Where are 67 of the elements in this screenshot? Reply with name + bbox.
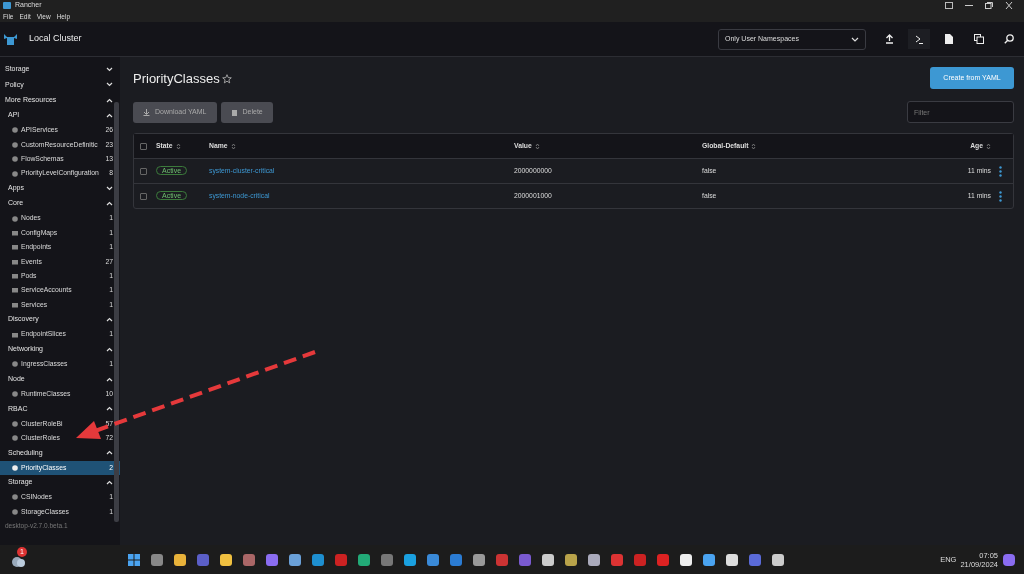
circle-icon <box>12 420 18 427</box>
app-icon[interactable] <box>402 552 417 567</box>
app-icon[interactable] <box>770 552 785 567</box>
app-icon[interactable] <box>678 552 693 567</box>
chevron-up-icon[interactable] <box>106 346 113 352</box>
chevron-down-icon[interactable] <box>106 82 113 88</box>
select-all-checkbox[interactable] <box>140 142 147 150</box>
app-icon[interactable] <box>724 552 739 567</box>
app-icon[interactable] <box>563 552 578 567</box>
download-icon <box>143 108 150 116</box>
app-icon[interactable] <box>471 552 486 567</box>
circle-icon <box>12 141 18 148</box>
sort-icon[interactable] <box>751 142 757 150</box>
file-icon[interactable] <box>945 34 953 44</box>
circle-icon <box>12 170 18 177</box>
circle-icon <box>12 494 18 501</box>
app-icon[interactable] <box>172 552 187 567</box>
circle-icon <box>12 464 18 471</box>
circle-icon <box>12 361 18 368</box>
sort-icon[interactable] <box>986 142 991 150</box>
folder-icon <box>12 331 18 338</box>
more-icon[interactable] <box>999 165 1002 177</box>
sort-icon[interactable] <box>534 142 540 150</box>
chevron-down-icon <box>851 36 859 42</box>
chevron-down-icon[interactable] <box>106 67 113 73</box>
cluster-name: Local Cluster <box>29 32 82 46</box>
restore-icon[interactable] <box>985 2 993 9</box>
windows-logo-icon[interactable] <box>126 552 141 567</box>
chevron-up-icon[interactable] <box>106 450 113 456</box>
upload-icon[interactable] <box>884 34 894 44</box>
chevron-up-icon[interactable] <box>106 97 113 103</box>
row-checkbox[interactable] <box>140 167 147 175</box>
app-icon[interactable] <box>356 552 371 567</box>
circle-icon <box>12 215 18 222</box>
row-checkbox[interactable] <box>140 192 147 200</box>
copy-icon[interactable] <box>974 34 984 44</box>
chevron-up-icon[interactable] <box>106 201 113 207</box>
more-icon[interactable] <box>999 190 1002 202</box>
app-icon[interactable] <box>218 552 233 567</box>
circle-icon <box>12 508 18 515</box>
sort-icon[interactable] <box>175 142 181 150</box>
sort-icon[interactable] <box>230 142 236 150</box>
cluster-logo-icon <box>4 32 17 46</box>
folder-icon <box>12 229 18 236</box>
search-icon[interactable] <box>1004 34 1014 44</box>
page-title: PriorityClasses <box>133 70 220 88</box>
close-icon[interactable] <box>1005 2 1013 9</box>
chevron-up-icon[interactable] <box>106 376 113 382</box>
app-icon[interactable] <box>540 552 555 567</box>
trash-icon <box>230 108 238 116</box>
window-icon[interactable] <box>945 2 953 9</box>
chevron-up-icon[interactable] <box>106 480 113 486</box>
app-logo-icon <box>3 2 11 9</box>
chevron-up-icon[interactable] <box>106 406 113 412</box>
app-icon[interactable] <box>586 552 601 567</box>
terminal-icon[interactable] <box>914 34 924 44</box>
minimize-icon[interactable] <box>965 2 973 9</box>
app-icon[interactable] <box>287 552 302 567</box>
circle-icon <box>12 156 18 163</box>
chevron-down-icon[interactable] <box>106 185 113 191</box>
circle-icon <box>12 390 18 397</box>
star-icon[interactable] <box>221 73 232 84</box>
circle-icon <box>12 127 18 134</box>
chevron-up-icon[interactable] <box>106 113 113 119</box>
app-icon[interactable] <box>701 552 716 567</box>
circle-icon <box>12 435 18 441</box>
chevron-up-icon[interactable] <box>106 317 113 323</box>
